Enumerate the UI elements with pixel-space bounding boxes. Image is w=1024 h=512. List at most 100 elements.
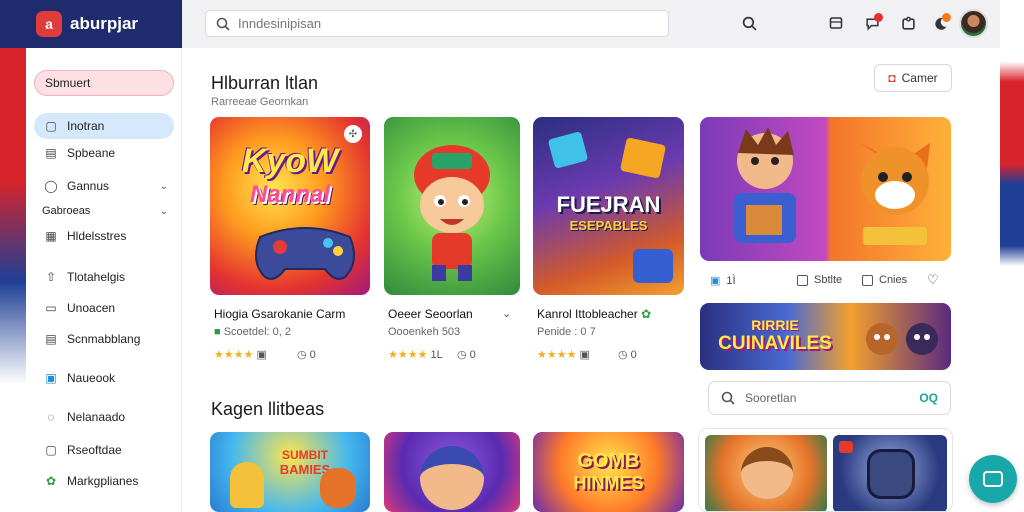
- avatar[interactable]: [959, 9, 988, 38]
- clock-icon: ◷: [297, 349, 310, 361]
- sidebar-item[interactable]: ◌ Nelanaado: [34, 404, 174, 430]
- clock-icon: ◷: [457, 349, 470, 361]
- sidebar-item-label: Nelanaado: [67, 410, 126, 424]
- page-subtitle: Rarreeae Geornkan: [211, 96, 309, 108]
- notification-dot: [874, 13, 883, 22]
- game-card-image[interactable]: SUMBIT BAMIES: [210, 432, 370, 512]
- badge-icon: [839, 441, 853, 453]
- game-art-title: KyoW Nannal: [241, 141, 339, 208]
- leaf-icon: ✿: [45, 474, 57, 488]
- camera-icon: [983, 471, 1003, 487]
- leaf-icon: ✿: [641, 307, 652, 321]
- search-input[interactable]: [238, 16, 638, 31]
- sidebar-item-label: Naueook: [67, 371, 116, 385]
- heart-icon[interactable]: ♡: [927, 272, 939, 288]
- featured-meta-row[interactable]: Cnies: [862, 274, 907, 286]
- game-title[interactable]: Kanrol Ittobleacher ✿: [537, 307, 651, 321]
- featured-meta-row[interactable]: Sbtlte: [797, 274, 842, 286]
- sidebar-item-label: Unoacen: [67, 301, 116, 315]
- puzzle-icon-button[interactable]: [897, 12, 919, 34]
- featured-card-image[interactable]: [700, 117, 951, 261]
- clock-icon: ◷: [618, 349, 631, 361]
- search-bar[interactable]: [205, 10, 669, 37]
- game-card-image[interactable]: [705, 435, 827, 511]
- sidebar-section-header[interactable]: Gabroeas ⌄: [34, 198, 174, 224]
- sidebar-item-active[interactable]: ▢ Inotran: [34, 113, 174, 139]
- search-icon: [216, 17, 230, 31]
- creatures-art-icon: [866, 323, 938, 355]
- chevron-down-icon[interactable]: ⌄: [502, 307, 511, 320]
- play-count: ◷ 0: [457, 349, 476, 361]
- box-icon: ▢: [45, 443, 57, 457]
- game-card-image[interactable]: KyoW Nannal ✣: [210, 117, 370, 295]
- secondary-search-bar[interactable]: Sooretlan OQ: [708, 381, 951, 415]
- block-art-icon: [547, 131, 589, 169]
- sidebar-item[interactable]: ▣ Naueook: [34, 365, 174, 391]
- game-card-image[interactable]: GOMB HINMES: [533, 432, 684, 512]
- square-icon: ▢: [45, 119, 57, 133]
- sidebar-item[interactable]: ⇧ Tlotahelgis: [34, 264, 174, 290]
- game-meta: Penide : 0 7: [537, 326, 596, 338]
- game-art-title: GOMB HINMES: [573, 450, 644, 493]
- game-card-image[interactable]: FUEJRAN ESEPABLES: [533, 117, 684, 295]
- character-art-icon: [230, 462, 264, 508]
- character-art-icon: [320, 468, 356, 508]
- block-art-icon: [619, 137, 667, 179]
- floating-action-button[interactable]: [969, 455, 1017, 503]
- game-card-group[interactable]: [698, 428, 953, 512]
- secondary-search-placeholder: Sooretlan: [745, 391, 797, 405]
- sidebar-item-primary[interactable]: Sbmuert: [34, 70, 174, 96]
- device-art-icon: [633, 249, 673, 283]
- game-meta: ■ Scoetdel: 0, 2: [214, 326, 291, 338]
- grid-icon: ▣: [579, 349, 590, 361]
- moon-badge-dot: [942, 13, 951, 22]
- camer-button[interactable]: ◘ Camer: [874, 64, 952, 92]
- sidebar-item-label: Inotran: [67, 119, 105, 133]
- leaf-icon: ■: [214, 326, 224, 338]
- sidebar-item[interactable]: ▤ Spbeane: [34, 140, 174, 166]
- sidebar-item[interactable]: ▭ Unoacen: [34, 295, 174, 321]
- sidebar-item[interactable]: ▤ Scnmabblang: [34, 326, 174, 352]
- grid-icon: ▦: [45, 229, 57, 243]
- sidebar-item[interactable]: ▢ Rseoftdae: [34, 437, 174, 463]
- chat-notification-button[interactable]: [861, 12, 883, 34]
- character-art-icon: [741, 447, 793, 499]
- sidebar-item[interactable]: ✿ Markgplianes: [34, 468, 174, 494]
- search-icon: [721, 391, 735, 405]
- moon-icon-button[interactable]: [929, 12, 951, 34]
- character-art-icon: [867, 449, 915, 499]
- game-card-image[interactable]: [833, 435, 947, 511]
- sidebar-section-label: Gabroeas: [42, 205, 91, 217]
- top-bar: a aburpjar: [0, 0, 1000, 48]
- brand[interactable]: a aburpjar: [0, 0, 182, 48]
- game-title[interactable]: Hiogia Gsarokanie Carm: [214, 307, 345, 321]
- window-icon: [829, 17, 843, 29]
- game-card-image[interactable]: [384, 432, 520, 512]
- search-icon-button[interactable]: [738, 12, 760, 34]
- puzzle-icon: [901, 16, 915, 30]
- play-count: ◷ 0: [618, 349, 637, 361]
- featured-meta-row: ▣ 1Ì: [710, 274, 736, 288]
- game-title[interactable]: Oeeer Seoorlan: [388, 307, 473, 321]
- banner-card-image[interactable]: RIRRIE CUINAVILES: [700, 303, 951, 370]
- sidebar-item-expandable[interactable]: ◯ Gannus ⌄: [34, 173, 174, 199]
- magnifier-icon: [742, 16, 757, 31]
- section-title: Kagen llitbeas: [211, 399, 325, 419]
- window-icon-button[interactable]: [825, 12, 847, 34]
- sidebar-item-label: Rseoftdae: [67, 443, 122, 457]
- chevron-down-icon: ⌄: [159, 205, 168, 217]
- rating-stars: ★★★★ 1L: [388, 349, 443, 361]
- game-meta: Oooenkeh 503: [388, 326, 461, 338]
- sidebar-item[interactable]: ▦ Hldelsstres: [34, 223, 174, 249]
- page-title: Hlburran ltlan: [211, 73, 319, 93]
- sidebar: Sbmuert ▢ Inotran ▤ Spbeane ◯ Gannus ⌄ G…: [26, 48, 182, 512]
- favorite-badge-icon[interactable]: ✣: [344, 125, 362, 143]
- sidebar-item-label: Spbeane: [67, 146, 116, 160]
- upload-icon: ⇧: [45, 270, 57, 284]
- camera-icon: ◘: [888, 71, 896, 85]
- ring-icon: ◯: [44, 179, 58, 193]
- search-option-icon[interactable]: OQ: [919, 391, 938, 405]
- sidebar-item-label: Tlotahelgis: [67, 270, 126, 284]
- game-card-image[interactable]: [384, 117, 520, 295]
- folder-icon: ▭: [45, 301, 57, 315]
